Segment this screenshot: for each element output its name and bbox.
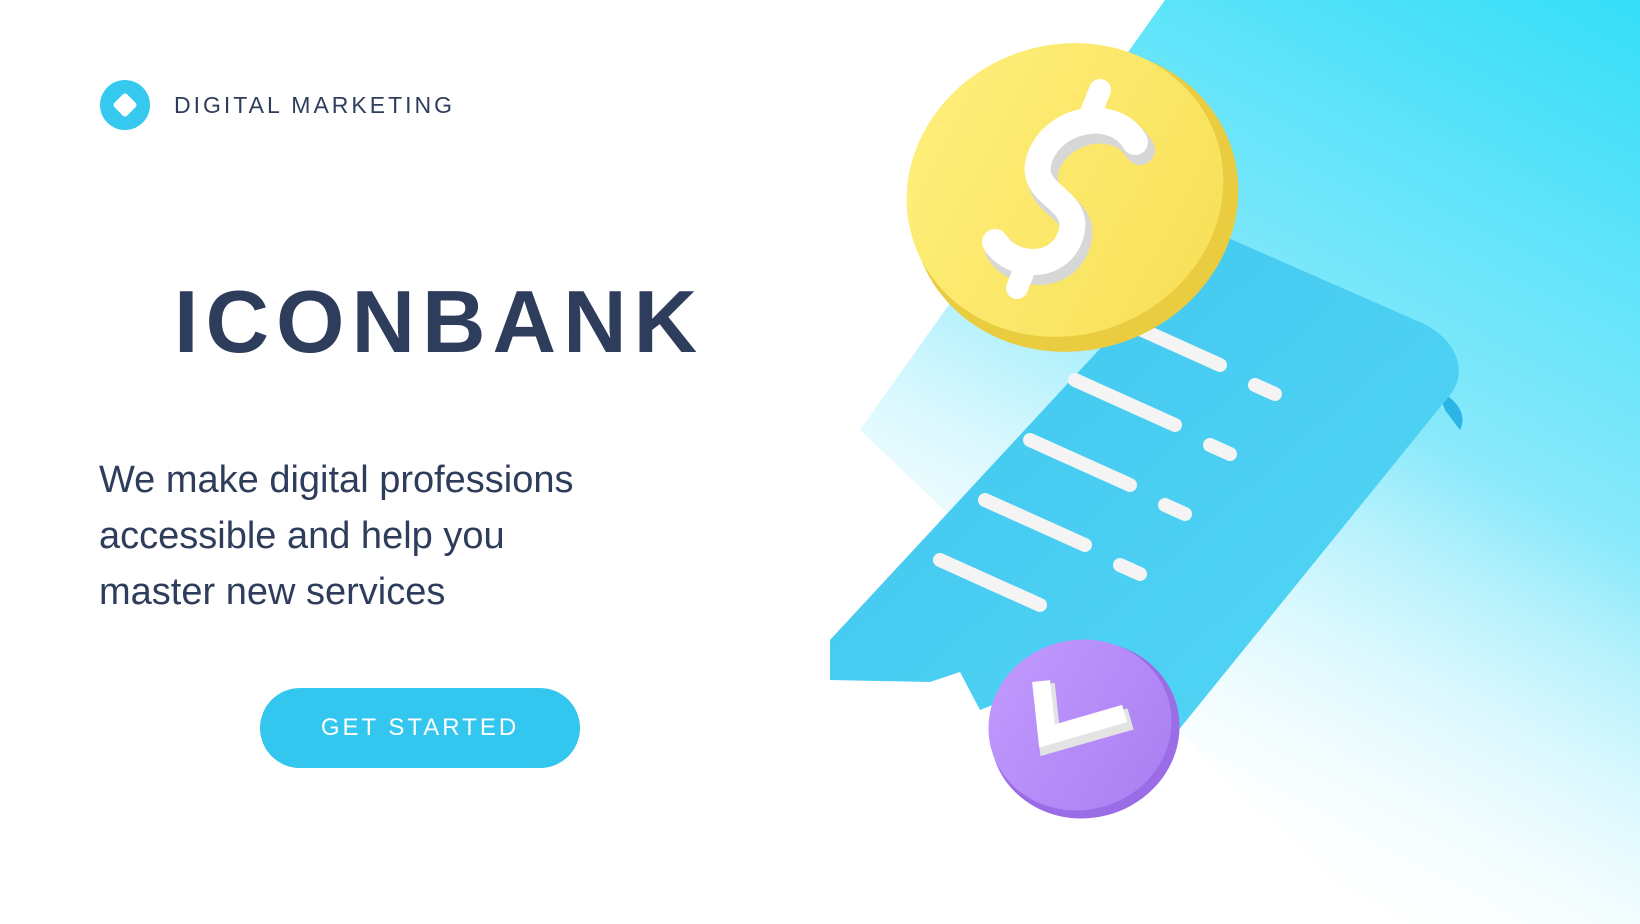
brand-name: DIGITAL MARKETING (174, 91, 456, 118)
receipt-payment-illustration (830, 43, 1463, 819)
hero-title: ICONBANK (174, 272, 705, 371)
tagline-line: accessible and help you (99, 515, 505, 557)
tagline-line: master new services (99, 571, 446, 613)
get-started-button[interactable]: GET STARTED (260, 688, 580, 768)
diamond-logo-icon (100, 80, 150, 130)
brand-header: DIGITAL MARKETING (100, 80, 455, 130)
tagline-line: We make digital professions (99, 459, 574, 501)
hero-section: DIGITAL MARKETING ICONBANK We make digit… (0, 0, 1640, 924)
hero-tagline: We make digital professions accessible a… (99, 452, 719, 620)
